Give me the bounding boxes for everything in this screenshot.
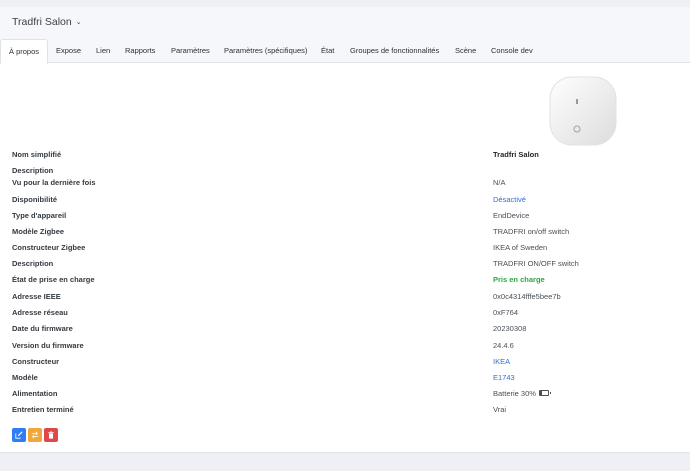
table-row: Entretien terminé Vrai (0, 405, 690, 419)
table-row: Date du firmware 20230308 (0, 324, 690, 338)
table-row: Modèle Zigbee TRADFRI on/off switch (0, 227, 690, 241)
row-label: Disponibilité (12, 195, 57, 204)
swap-arrows-icon (31, 431, 39, 439)
pencil-square-icon (15, 431, 23, 439)
row-value-text: 24.4.6 (493, 341, 514, 350)
tab-4[interactable]: Paramètres (163, 39, 218, 62)
tab-label: État (321, 46, 335, 55)
row-value-text: Tradfri Salon (493, 150, 539, 159)
row-label: État de prise en charge (12, 275, 95, 284)
tab-label: Lien (96, 46, 111, 55)
table-row: Adresse IEEE 0x0c4314fffe5bee7b (0, 292, 690, 306)
row-label: Modèle (12, 373, 38, 382)
tab-2[interactable]: Lien (88, 39, 118, 62)
table-row: Constructeur IKEA (0, 357, 690, 371)
row-value: N/A (493, 178, 506, 187)
row-value-text: 0x0c4314fffe5bee7b (493, 292, 561, 301)
row-label: Description (12, 166, 54, 175)
chevron-down-icon: ⌄ (75, 19, 82, 26)
battery-icon (538, 390, 551, 396)
table-row: Vu pour la dernière fois N/A (0, 178, 690, 192)
device-card: Tradfri Salon ⌄ À propos Expose Lien Rapport… (0, 7, 690, 452)
tab-label: Rapports (125, 46, 156, 55)
row-value-text: N/A (493, 178, 506, 187)
row-value-text: Vrai (493, 405, 507, 414)
tab-7[interactable]: Groupes de fonctionnalités (342, 39, 447, 62)
tab-label: Paramètres (171, 46, 210, 55)
tab-label: À propos (9, 47, 40, 56)
row-value[interactable]: Désactivé (493, 195, 526, 204)
row-value-text: E1743 (493, 373, 515, 382)
row-label: Adresse réseau (12, 308, 68, 317)
row-value: Tradfri Salon (493, 150, 539, 159)
row-label: Entretien terminé (12, 405, 74, 414)
table-row: Version du firmware 24.4.6 (0, 341, 690, 355)
row-value-text: IKEA of Sweden (493, 243, 548, 252)
row-label: Constructeur Zigbee (12, 243, 86, 252)
row-label: Type d'appareil (12, 211, 67, 220)
row-value-text: Batterie 30% (493, 389, 536, 398)
table-row: Disponibilité Désactivé (0, 195, 690, 209)
tab-label: Paramètres (spécifiques) (224, 46, 308, 55)
row-value: 0xF764 (493, 308, 518, 317)
row-label: Description (12, 259, 54, 268)
tab-bar: À propos Expose Lien Rapports Paramètres Para… (0, 39, 690, 64)
tab-label: Groupes de fonctionnalités (350, 46, 440, 55)
tab-1[interactable]: Expose (48, 39, 89, 62)
row-value-text: 0xF764 (493, 308, 519, 317)
tab-label: Console dev (491, 46, 533, 55)
table-row: Type d'appareil EndDevice (0, 211, 690, 225)
row-value: Vrai (493, 405, 506, 414)
row-value: 24.4.6 (493, 341, 514, 350)
row-label: Date du firmware (12, 324, 73, 333)
tab-label: Expose (56, 46, 82, 55)
row-value: EndDevice (493, 211, 529, 220)
row-label: Constructeur (12, 357, 60, 366)
table-row: Modèle E1743 (0, 373, 690, 387)
tab-8[interactable]: Scène (447, 39, 484, 62)
table-row: Description TRADFRI ON/OFF switch (0, 259, 690, 273)
table-row: État de prise en charge Pris en charge (0, 275, 690, 289)
swap-button[interactable] (28, 428, 42, 442)
row-value: TRADFRI ON/OFF switch (493, 259, 579, 268)
row-value: TRADFRI on/off switch (493, 227, 569, 236)
row-value[interactable]: E1743 (493, 373, 515, 382)
row-value: 20230308 (493, 324, 526, 333)
row-value-text: Désactivé (493, 195, 526, 204)
row-value-text: TRADFRI ON/OFF switch (493, 259, 579, 268)
table-row: Constructeur Zigbee IKEA of Sweden (0, 243, 690, 257)
row-value[interactable]: IKEA (493, 357, 510, 366)
tab-label: Scène (455, 46, 477, 55)
row-value-text: 20230308 (493, 324, 527, 333)
row-label: Alimentation (12, 389, 58, 398)
tab-5[interactable]: Paramètres (spécifiques) (216, 39, 315, 62)
device-header: Tradfri Salon ⌄ (0, 7, 690, 40)
row-value-text: EndDevice (493, 211, 530, 220)
table-row: Nom simplifié Tradfri Salon (0, 150, 690, 164)
tab-6[interactable]: État (313, 39, 342, 62)
table-row: Alimentation Batterie 30% (0, 389, 690, 403)
row-label: Modèle Zigbee (12, 227, 65, 236)
row-label: Nom simplifié (12, 150, 62, 159)
edit-button[interactable] (12, 428, 26, 442)
device-selector[interactable]: Tradfri Salon ⌄ (12, 16, 82, 28)
delete-button[interactable] (44, 428, 58, 442)
table-row: Adresse réseau 0xF764 (0, 308, 690, 322)
row-value-text: Pris en charge (493, 275, 545, 284)
row-value: IKEA of Sweden (493, 243, 547, 252)
row-value: Pris en charge (493, 275, 545, 284)
row-value: Batterie 30% (493, 389, 551, 398)
tab-9[interactable]: Console dev (483, 39, 541, 62)
device-title: Tradfri Salon (12, 16, 72, 28)
row-value-text: TRADFRI on/off switch (493, 227, 570, 236)
device-image (549, 76, 617, 146)
row-label: Version du firmware (12, 341, 84, 350)
row-label: Adresse IEEE (12, 292, 61, 301)
tab-3[interactable]: Rapports (117, 39, 163, 62)
tab-0[interactable]: À propos (0, 39, 49, 64)
trash-icon (48, 431, 54, 439)
row-value: 0x0c4314fffe5bee7b (493, 292, 561, 301)
row-label: Vu pour la dernière fois (12, 178, 96, 187)
row-value-text: IKEA (493, 357, 511, 366)
